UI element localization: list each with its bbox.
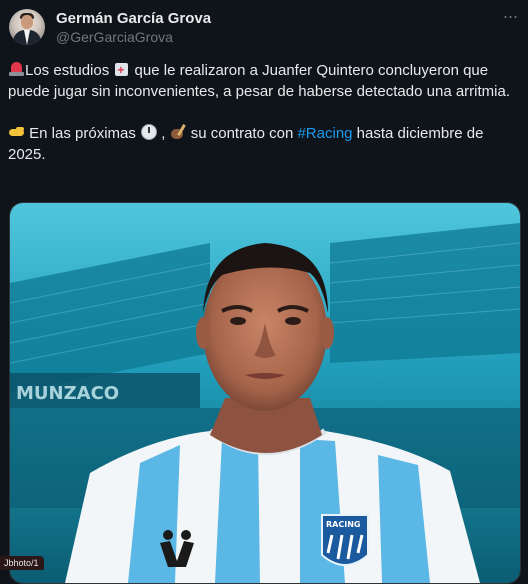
writing-hand-icon <box>170 124 187 140</box>
author-handle[interactable]: @GerGarciaGrova <box>56 29 173 45</box>
tweet-paragraph-2: En las próximas , su contrato con #Racin… <box>8 124 484 163</box>
stadium-sign-text: MUNZACO <box>16 383 119 404</box>
tweet-media-image[interactable]: MUNZACO RACING <box>9 202 521 584</box>
tweet-paragraph-1: Los estudios que le realizaron a Juanfer… <box>8 60 520 102</box>
hospital-icon <box>113 60 130 81</box>
more-options-icon[interactable]: ··· <box>498 7 522 28</box>
tweet-text: Los estudios que le realizaron a Juanfer… <box>8 60 520 165</box>
hashtag-link[interactable]: #Racing <box>297 125 352 142</box>
clock-icon <box>140 124 158 140</box>
svg-text:RACING: RACING <box>326 520 360 529</box>
siren-icon <box>8 61 25 77</box>
tweet-card: Germán García Grova @GerGarciaGrova ··· … <box>0 0 528 584</box>
author-name[interactable]: Germán García Grova <box>56 10 211 27</box>
racing-crest-icon: RACING <box>321 514 369 566</box>
pointing-hand-icon <box>8 124 25 140</box>
author-avatar[interactable] <box>9 9 45 45</box>
